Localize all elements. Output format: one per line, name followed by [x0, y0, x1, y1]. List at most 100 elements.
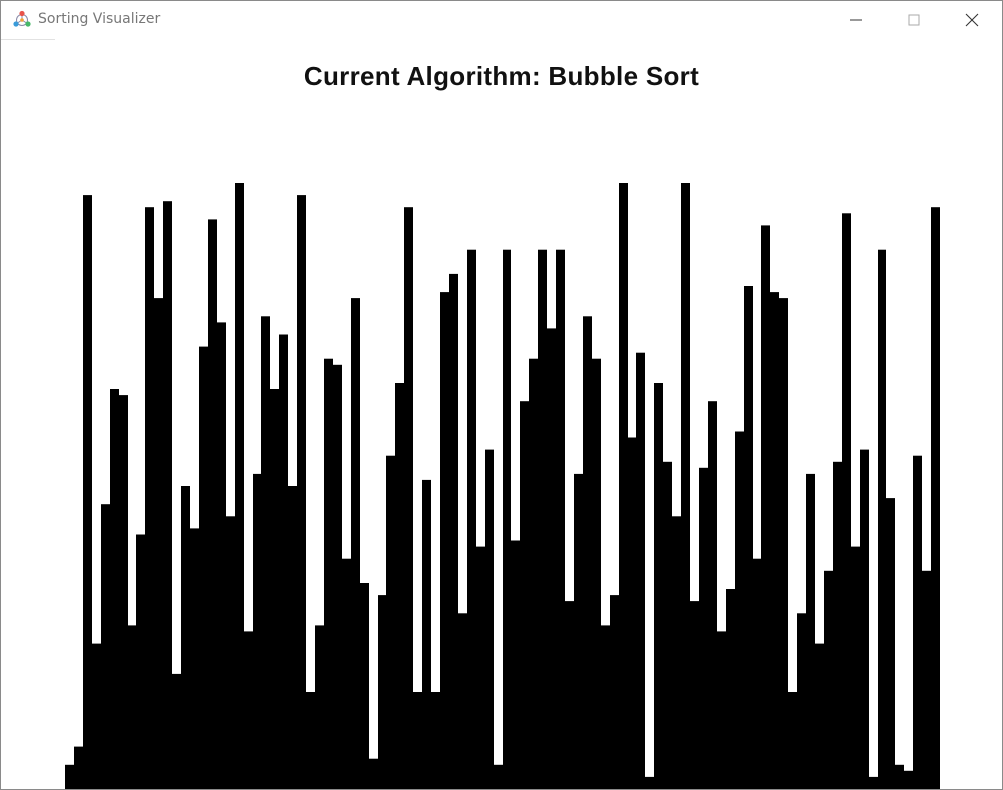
bar-7	[128, 625, 136, 789]
bar-22	[261, 316, 270, 789]
bar-86	[833, 461, 842, 789]
bar-74	[726, 589, 735, 789]
bar-79	[770, 292, 779, 789]
bar-11	[163, 201, 172, 789]
bar-1	[74, 746, 83, 789]
bar-33	[360, 583, 369, 789]
bar-48	[494, 764, 503, 789]
bar-35	[378, 595, 386, 789]
bar-23	[270, 389, 279, 789]
bar-96	[922, 570, 931, 789]
bar-69	[681, 183, 690, 789]
bar-85	[824, 570, 833, 789]
bar-83	[806, 473, 815, 789]
bar-92	[886, 498, 895, 789]
app-window: Sorting Visualizer Current Algorithm: Bu…	[0, 0, 1003, 790]
bar-55	[556, 249, 565, 789]
bar-34	[369, 758, 378, 789]
bar-95	[913, 455, 922, 789]
bar-41	[431, 692, 440, 789]
bar-29	[324, 358, 333, 789]
bar-68	[672, 516, 681, 789]
bar-5	[110, 389, 119, 789]
bar-71	[699, 467, 708, 789]
bar-58	[583, 316, 592, 789]
bar-47	[485, 449, 494, 789]
bar-91	[878, 249, 886, 789]
bar-76	[744, 286, 753, 789]
bar-44	[458, 613, 467, 789]
bar-62	[619, 183, 628, 789]
bar-6	[119, 395, 128, 789]
bar-59	[592, 358, 601, 789]
bar-0	[65, 764, 74, 789]
bar-25	[288, 486, 297, 789]
bar-89	[860, 449, 869, 789]
bar-19	[235, 183, 244, 789]
bar-17	[217, 322, 226, 789]
bar-21	[253, 473, 261, 789]
bar-42	[440, 292, 449, 789]
bar-56	[565, 601, 574, 789]
bar-39	[413, 692, 422, 789]
bar-50	[511, 540, 520, 789]
bar-60	[601, 625, 610, 789]
bar-31	[342, 558, 351, 789]
bar-chart	[65, 183, 940, 789]
bar-77	[753, 558, 761, 789]
bar-40	[422, 479, 431, 789]
bar-84	[815, 643, 824, 789]
bar-57	[574, 473, 583, 789]
bar-46	[476, 546, 485, 789]
bar-61	[610, 595, 619, 789]
bar-63	[628, 437, 636, 789]
bar-38	[404, 207, 413, 789]
bar-3	[92, 643, 101, 789]
bar-75	[735, 431, 744, 789]
bar-64	[636, 352, 645, 789]
bar-80	[779, 298, 788, 789]
bar-4	[101, 504, 110, 789]
bar-66	[654, 383, 663, 789]
bar-90	[869, 776, 878, 789]
bar-73	[717, 631, 726, 789]
bar-9	[145, 207, 154, 789]
bar-49	[503, 249, 511, 789]
bar-18	[226, 516, 235, 789]
bar-26	[297, 195, 306, 789]
bar-12	[172, 673, 181, 789]
bar-32	[351, 298, 360, 789]
bar-97	[931, 207, 940, 789]
bar-53	[538, 249, 547, 789]
bar-24	[279, 334, 288, 789]
bar-65	[645, 776, 654, 789]
bar-14	[190, 528, 199, 789]
bar-51	[520, 401, 529, 789]
bar-20	[244, 631, 253, 789]
bar-36	[386, 455, 395, 789]
bar-16	[208, 219, 217, 789]
bar-82	[797, 613, 806, 789]
bar-37	[395, 383, 404, 789]
bar-27	[306, 692, 315, 789]
bar-8	[136, 534, 145, 789]
bar-72	[708, 401, 717, 789]
bar-88	[851, 546, 860, 789]
bar-87	[842, 213, 851, 789]
bar-67	[663, 461, 672, 789]
bar-70	[690, 601, 699, 789]
bar-81	[788, 692, 797, 789]
bar-28	[315, 625, 324, 789]
bar-94	[904, 770, 913, 789]
bar-43	[449, 273, 458, 789]
bar-45	[467, 249, 476, 789]
bar-52	[529, 358, 538, 789]
bar-2	[83, 195, 92, 789]
bar-78	[761, 225, 770, 789]
bar-54	[547, 328, 556, 789]
bar-30	[333, 364, 342, 789]
bar-10	[154, 298, 163, 789]
bar-93	[895, 764, 904, 789]
bar-15	[199, 346, 208, 789]
bar-13	[181, 486, 190, 789]
